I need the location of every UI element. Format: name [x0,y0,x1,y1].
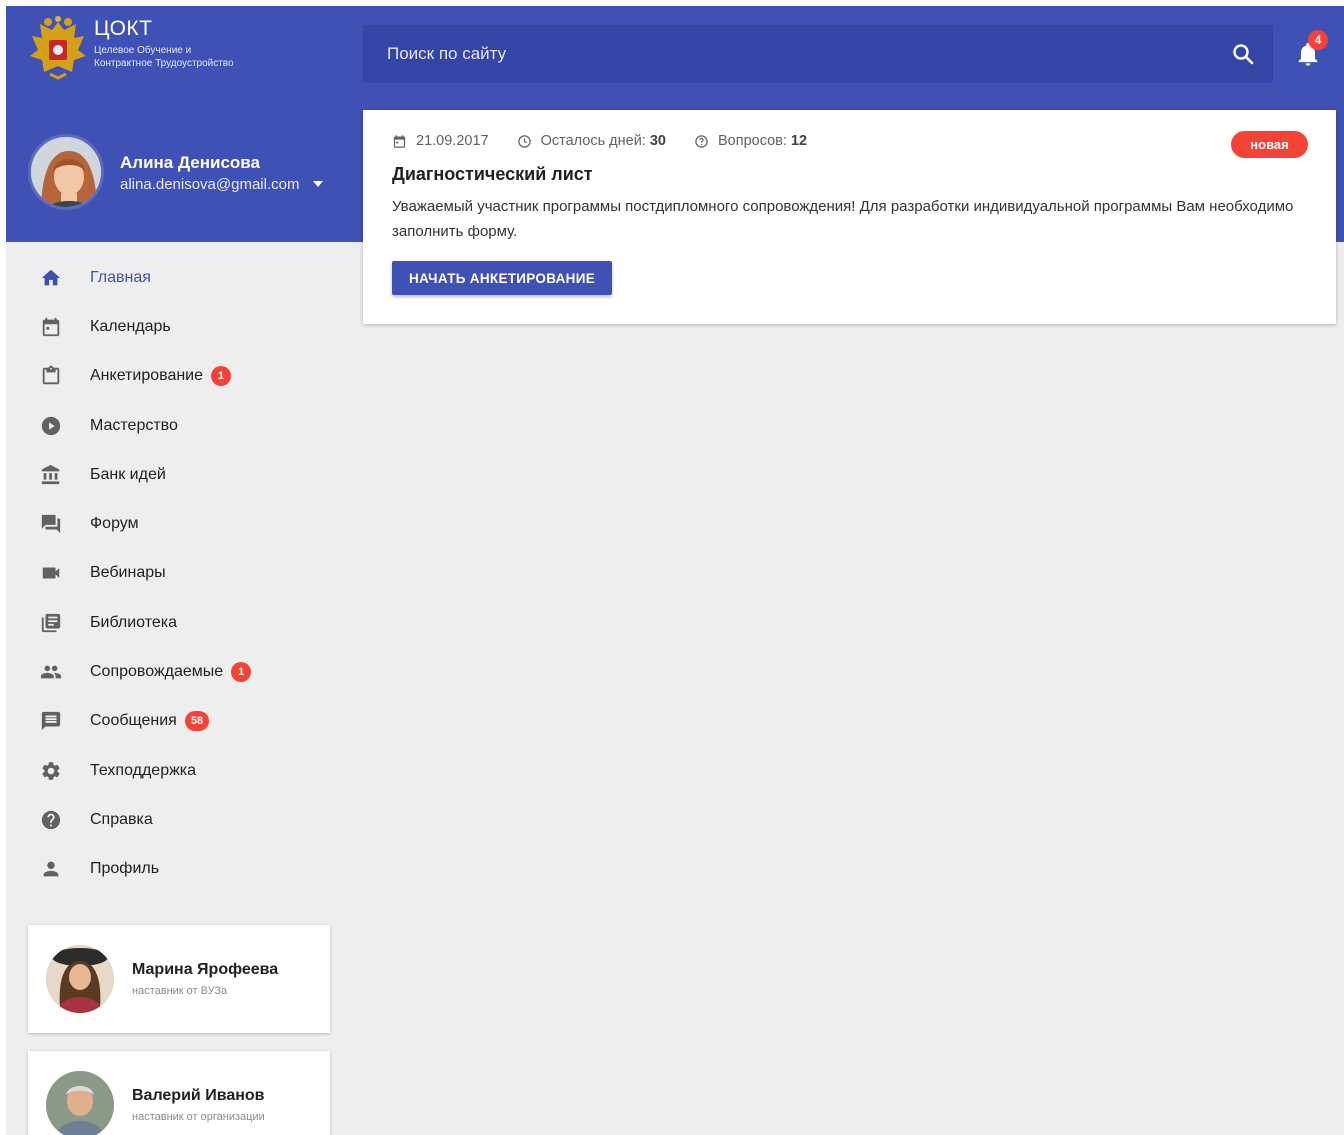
search-icon[interactable] [1231,42,1255,66]
sidebar-item-home[interactable]: Главная [6,253,350,302]
coat-of-arms-icon [30,16,86,80]
sidebar-item-label: Форум [90,515,139,533]
caret-down-icon [313,181,324,187]
sidebar-item-label: Сообщения [90,712,177,730]
avatar-image [31,137,101,207]
days-left-label: Осталось дней: [540,133,646,149]
person-icon [40,858,62,880]
sidebar-item-library[interactable]: Библиотека [6,598,350,647]
sidebar-item-label: Вебинары [90,564,166,582]
play-circle-icon [40,415,62,437]
settings-icon [40,760,62,782]
clipboard-icon [40,365,62,387]
survey-card: 21.09.2017 Осталось дней: 30 Вопросов: 1… [363,110,1336,324]
count-badge: 1 [211,366,232,387]
brand-subtitle-line1: Целевое Обучение и [94,45,192,56]
sidebar-item-label: Сопровождаемые [90,663,224,681]
sidebar-item-support[interactable]: Техподдержка [6,746,350,795]
message-icon [40,710,62,732]
card-description: Уважаемый участник программы постдипломн… [392,198,1294,240]
avatar [46,945,114,1013]
notification-badge: 4 [1308,30,1328,50]
days-left-meta: Осталось дней: 30 [517,133,666,149]
sidebar-item-help[interactable]: Справка [6,795,350,844]
mentor-role: наставник от организации [132,1111,265,1123]
home-icon [40,267,62,289]
mentor-card[interactable]: Марина Ярофеева наставник от ВУЗа [28,925,330,1033]
card-date: 21.09.2017 [416,133,489,149]
sidebar-item-ideas-bank[interactable]: Банк идей [6,450,350,499]
mentor-role: наставник от ВУЗа [132,985,228,997]
user-name: Алина Денисова [120,152,260,172]
people-icon [40,661,62,683]
forum-icon [40,513,62,535]
days-left-value: 30 [649,133,666,149]
sidebar-item-label: Библиотека [90,613,177,631]
clock-icon [517,134,531,148]
search-input[interactable] [363,25,1231,83]
search-bar [363,25,1273,83]
sidebar-item-mastery[interactable]: Мастерство [6,401,350,450]
sidebar-item-forum[interactable]: Форум [6,499,350,548]
questions-label: Вопросов: [717,133,787,149]
user-email: alina.denisova@gmail.com [120,175,300,193]
sidebar-item-label: Главная [90,268,151,286]
date-meta: 21.09.2017 [392,133,489,149]
user-profile: Алина Денисова alina.denisova@gmail.com [28,134,324,210]
sidebar-item-webinars[interactable]: Вебинары [6,549,350,598]
mentor-name: Марина Ярофеева [132,961,279,978]
app-window: ЦОКТ Целевое Обучение и Контрактное Труд… [6,6,1344,1135]
count-badge: 1 [231,662,252,683]
account-dropdown[interactable]: alina.denisova@gmail.com [120,175,324,193]
sidebar-item-label: Календарь [90,317,171,335]
questions-meta: Вопросов: 12 [694,133,807,149]
sidebar-item-label: Мастерство [90,416,178,434]
sidebar-nav: Главная Календарь Анкетирование 1 Мастер… [6,253,350,894]
sidebar-item-label: Справка [90,810,153,828]
mentor-card[interactable]: Валерий Иванов наставник от организации [28,1051,330,1135]
brand-title: ЦОКТ [94,17,153,40]
videocam-icon [40,562,62,584]
count-badge: 58 [184,711,210,732]
mentor-name: Валерий Иванов [132,1087,265,1104]
sidebar-item-label: Анкетирование [90,367,204,385]
sidebar-item-label: Банк идей [90,465,166,483]
sidebar-item-calendar[interactable]: Календарь [6,302,350,351]
start-survey-button[interactable]: НАЧАТЬ АНКЕТИРОВАНИЕ [392,261,612,295]
avatar[interactable] [28,134,104,210]
sidebar-item-mentees[interactable]: Сопровождаемые 1 [6,647,350,696]
help-icon [40,809,62,831]
calendar-icon [40,316,62,338]
bank-icon [40,464,62,486]
help-outline-icon [695,134,708,148]
avatar-image [46,945,114,1013]
brand-logo[interactable]: ЦОКТ Целевое Обучение и Контрактное Труд… [28,16,234,80]
brand-subtitle-line2: Контрактное Трудоустройство [94,58,234,69]
avatar-image [46,1071,114,1135]
card-title: Диагностический лист [392,164,593,184]
sidebar-item-label: Профиль [90,860,160,878]
card-meta: 21.09.2017 Осталось дней: 30 Вопросов: 1… [392,132,1307,150]
status-badge: новая [1231,131,1308,158]
sidebar-item-label: Техподдержка [90,761,197,779]
avatar [46,1071,114,1135]
sidebar-item-survey[interactable]: Анкетирование 1 [6,352,350,401]
sidebar-item-messages[interactable]: Сообщения 58 [6,697,350,746]
calendar-icon [393,134,406,148]
sidebar-item-profile[interactable]: Профиль [6,845,350,894]
questions-value: 12 [790,133,808,149]
library-icon [40,612,62,634]
